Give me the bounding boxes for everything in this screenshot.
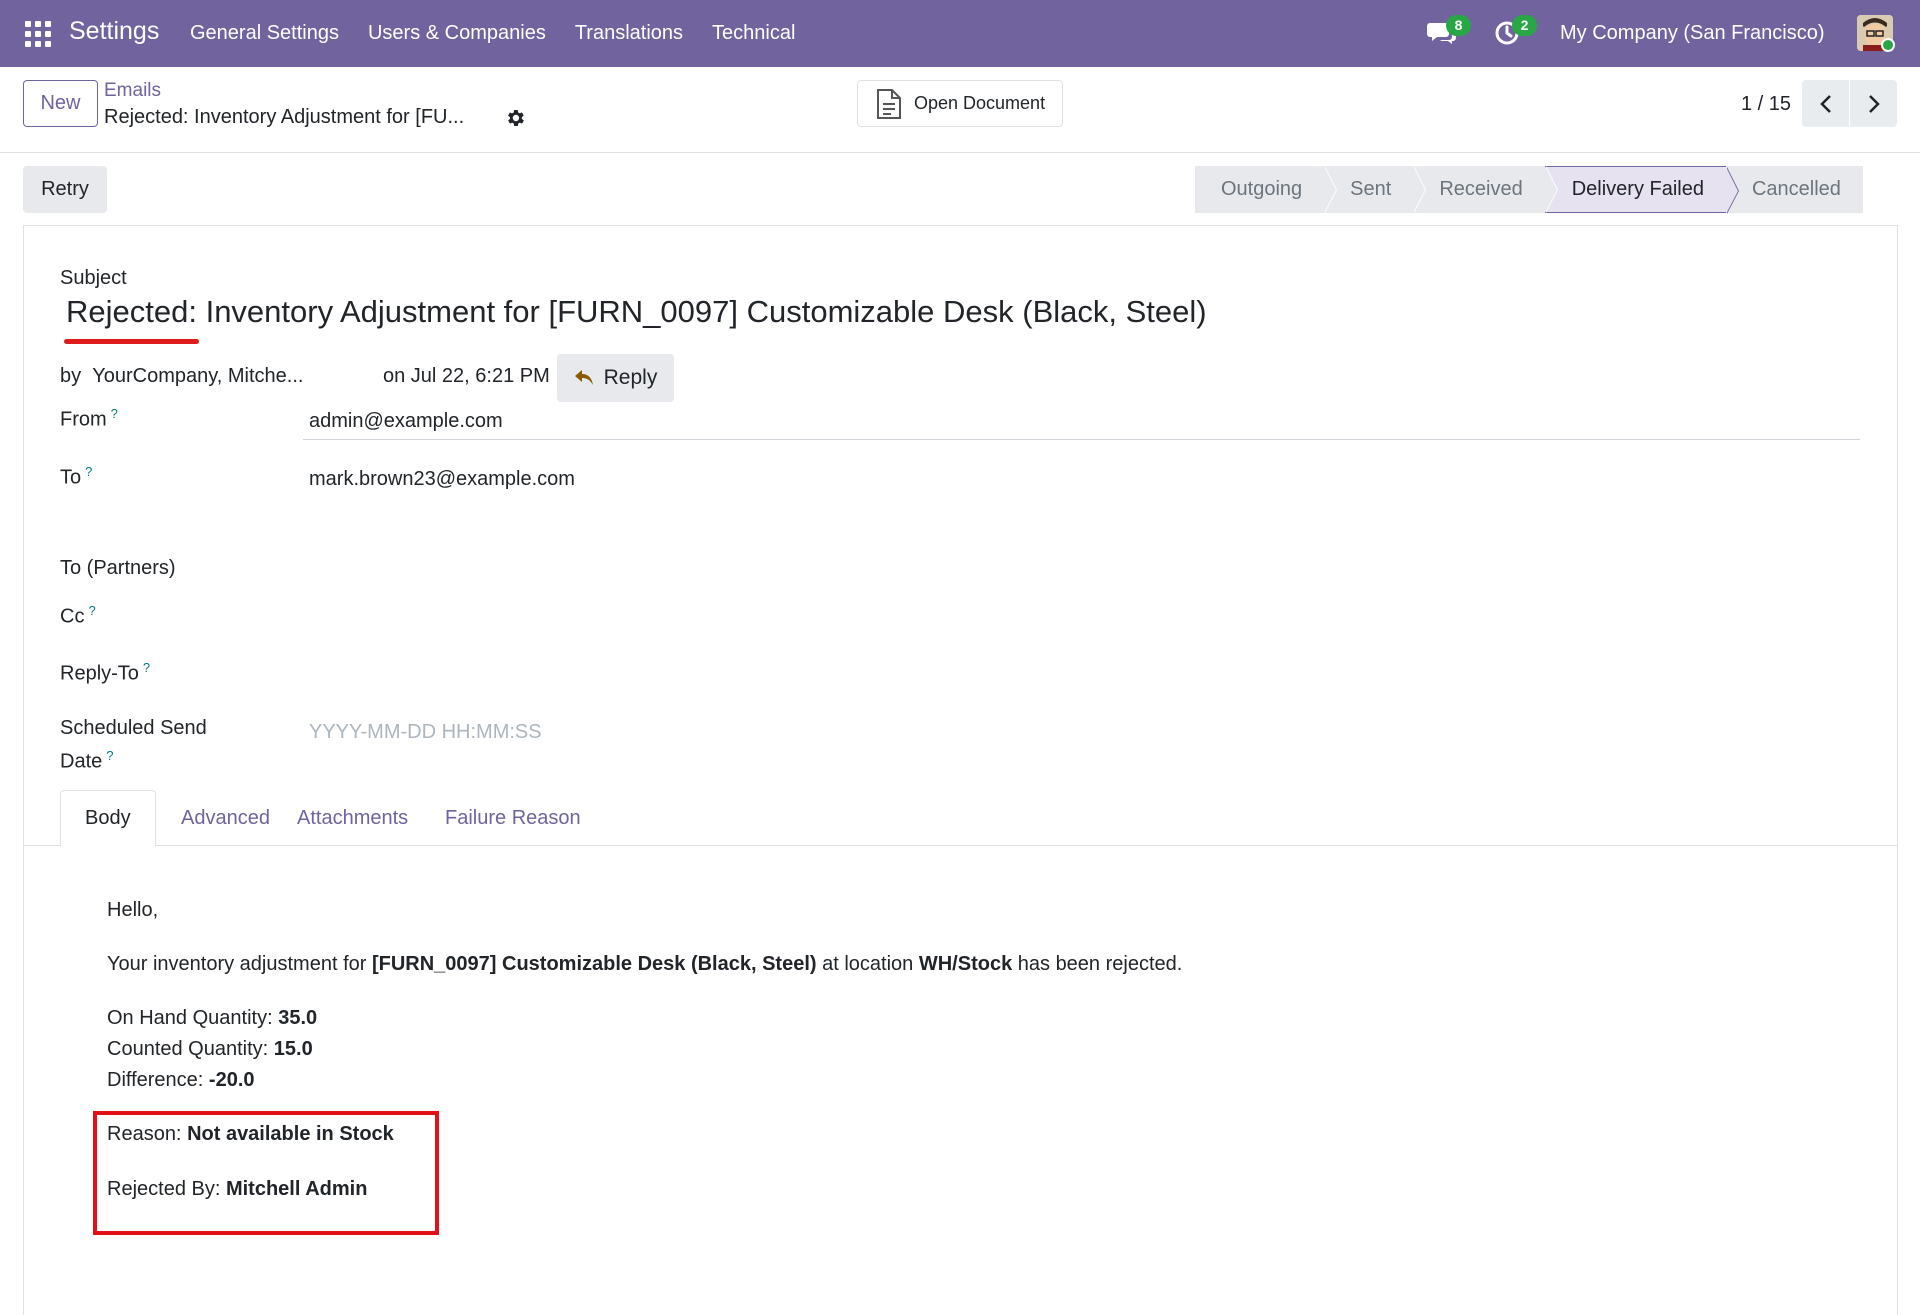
document-icon [877, 88, 901, 119]
stage-received[interactable]: Received [1413, 166, 1559, 213]
gear-icon[interactable] [504, 107, 526, 129]
tab-body[interactable]: Body [60, 790, 156, 847]
annotation-underline [64, 339, 199, 344]
body-rejection-line: Your inventory adjustment for [FURN_0097… [107, 953, 1182, 976]
from-help-tooltip[interactable]: ? [111, 406, 118, 421]
counted-label: Counted Quantity: [107, 1038, 274, 1060]
author-name[interactable]: YourCompany, Mitche... [92, 365, 303, 387]
tab-attachments[interactable]: Attachments [273, 790, 432, 846]
chevron-left-icon [1819, 94, 1831, 113]
to-field[interactable]: mark.brown23@example.com [309, 468, 575, 491]
chat-count-badge: 8 [1446, 15, 1471, 36]
stage-cancelled[interactable]: Cancelled [1725, 166, 1863, 213]
counted-value: 15.0 [273, 1038, 313, 1060]
reply-label: Reply [603, 366, 658, 389]
online-status-dot [1881, 38, 1895, 52]
subject-field[interactable]: Rejected: Inventory Adjustment for [FURN… [66, 294, 1207, 330]
open-document-label: Open Document [914, 93, 1046, 113]
on-hand-label: On Hand Quantity: [107, 1007, 279, 1029]
body-product: [FURN_0097] Customizable Desk (Black, St… [371, 953, 817, 975]
company-switcher[interactable]: My Company (San Francisco) [1560, 22, 1825, 45]
status-bar: Outgoing Sent Received Delivery Failed C… [1195, 166, 1863, 214]
app-brand[interactable]: Settings [69, 17, 159, 46]
pager-next-button[interactable] [1850, 80, 1897, 127]
from-field[interactable]: admin@example.com [309, 410, 503, 433]
tab-failure-reason[interactable]: Failure Reason [421, 790, 605, 846]
annotation-highlight-box [93, 1111, 439, 1235]
to-label: To? [60, 464, 92, 490]
retry-button[interactable]: Retry [23, 166, 107, 213]
notebook-tabs: Body Advanced Attachments Failure Reason [23, 790, 1898, 847]
scheduled-date-label-line2: Date? [60, 748, 113, 774]
body-difference: Difference: -20.0 [107, 1069, 255, 1092]
from-field-underline [303, 439, 1860, 440]
subject-label: Subject [60, 267, 127, 289]
breadcrumb-current-record: Rejected: Inventory Adjustment for [FU..… [104, 106, 465, 128]
menu-translations[interactable]: Translations [575, 22, 683, 45]
cc-help-tooltip[interactable]: ? [88, 603, 95, 618]
stage-outgoing[interactable]: Outgoing [1195, 166, 1338, 213]
stage-delivery-failed[interactable]: Delivery Failed [1544, 166, 1740, 214]
scheduled-date-input[interactable]: YYYY-MM-DD HH:MM:SS [309, 721, 542, 744]
new-button[interactable]: New [23, 80, 98, 127]
to-partners-label: To (Partners) [60, 557, 176, 579]
body-location: WH/Stock [918, 953, 1013, 975]
cc-label-text: Cc [60, 605, 85, 628]
difference-label: Difference: [107, 1069, 209, 1091]
breadcrumb-emails[interactable]: Emails [104, 80, 161, 102]
stage-sent[interactable]: Sent [1324, 166, 1427, 213]
to-help-tooltip[interactable]: ? [85, 464, 92, 479]
scheduled-date-label-line1: Scheduled Send [60, 717, 207, 739]
activity-count-badge: 2 [1512, 15, 1537, 36]
reply-icon [574, 370, 593, 385]
main-menu: General Settings Users & Companies Trans… [190, 22, 795, 45]
top-navbar: Settings General Settings Users & Compan… [0, 0, 1920, 67]
chevron-right-icon [1868, 94, 1880, 113]
body-line-prefix: Your inventory adjustment for [107, 953, 372, 975]
reply-to-label-text: Reply-To [60, 662, 139, 685]
body-greeting: Hello, [107, 899, 159, 921]
scheduled-date-label-text: Date [60, 750, 103, 773]
author-line: by YourCompany, Mitche... [60, 365, 303, 388]
cc-label: Cc? [60, 603, 96, 629]
on-hand-value: 35.0 [278, 1007, 318, 1029]
scheduled-date-help-tooltip[interactable]: ? [106, 748, 113, 763]
open-document-button[interactable]: Open Document [857, 80, 1063, 127]
body-counted: Counted Quantity: 15.0 [107, 1038, 313, 1061]
body-on-hand: On Hand Quantity: 35.0 [107, 1007, 317, 1030]
body-line-mid: at location [816, 953, 919, 975]
body-line-suffix: has been rejected. [1012, 953, 1183, 975]
difference-value: -20.0 [208, 1069, 255, 1091]
menu-technical[interactable]: Technical [712, 22, 795, 45]
menu-general-settings[interactable]: General Settings [190, 22, 339, 45]
pager-previous-button[interactable] [1802, 80, 1849, 127]
pager-value[interactable]: 1 / 15 [1741, 93, 1791, 116]
apps-grid-icon[interactable] [25, 21, 51, 47]
reply-to-label: Reply-To? [60, 660, 150, 686]
message-date: on Jul 22, 6:21 PM [383, 365, 550, 387]
from-label-text: From [60, 408, 107, 431]
by-prefix: by [60, 365, 82, 387]
to-label-text: To [60, 466, 82, 489]
from-label: From? [60, 406, 118, 432]
menu-users-companies[interactable]: Users & Companies [368, 22, 546, 45]
reply-button[interactable]: Reply [557, 354, 674, 402]
reply-to-help-tooltip[interactable]: ? [143, 660, 150, 675]
